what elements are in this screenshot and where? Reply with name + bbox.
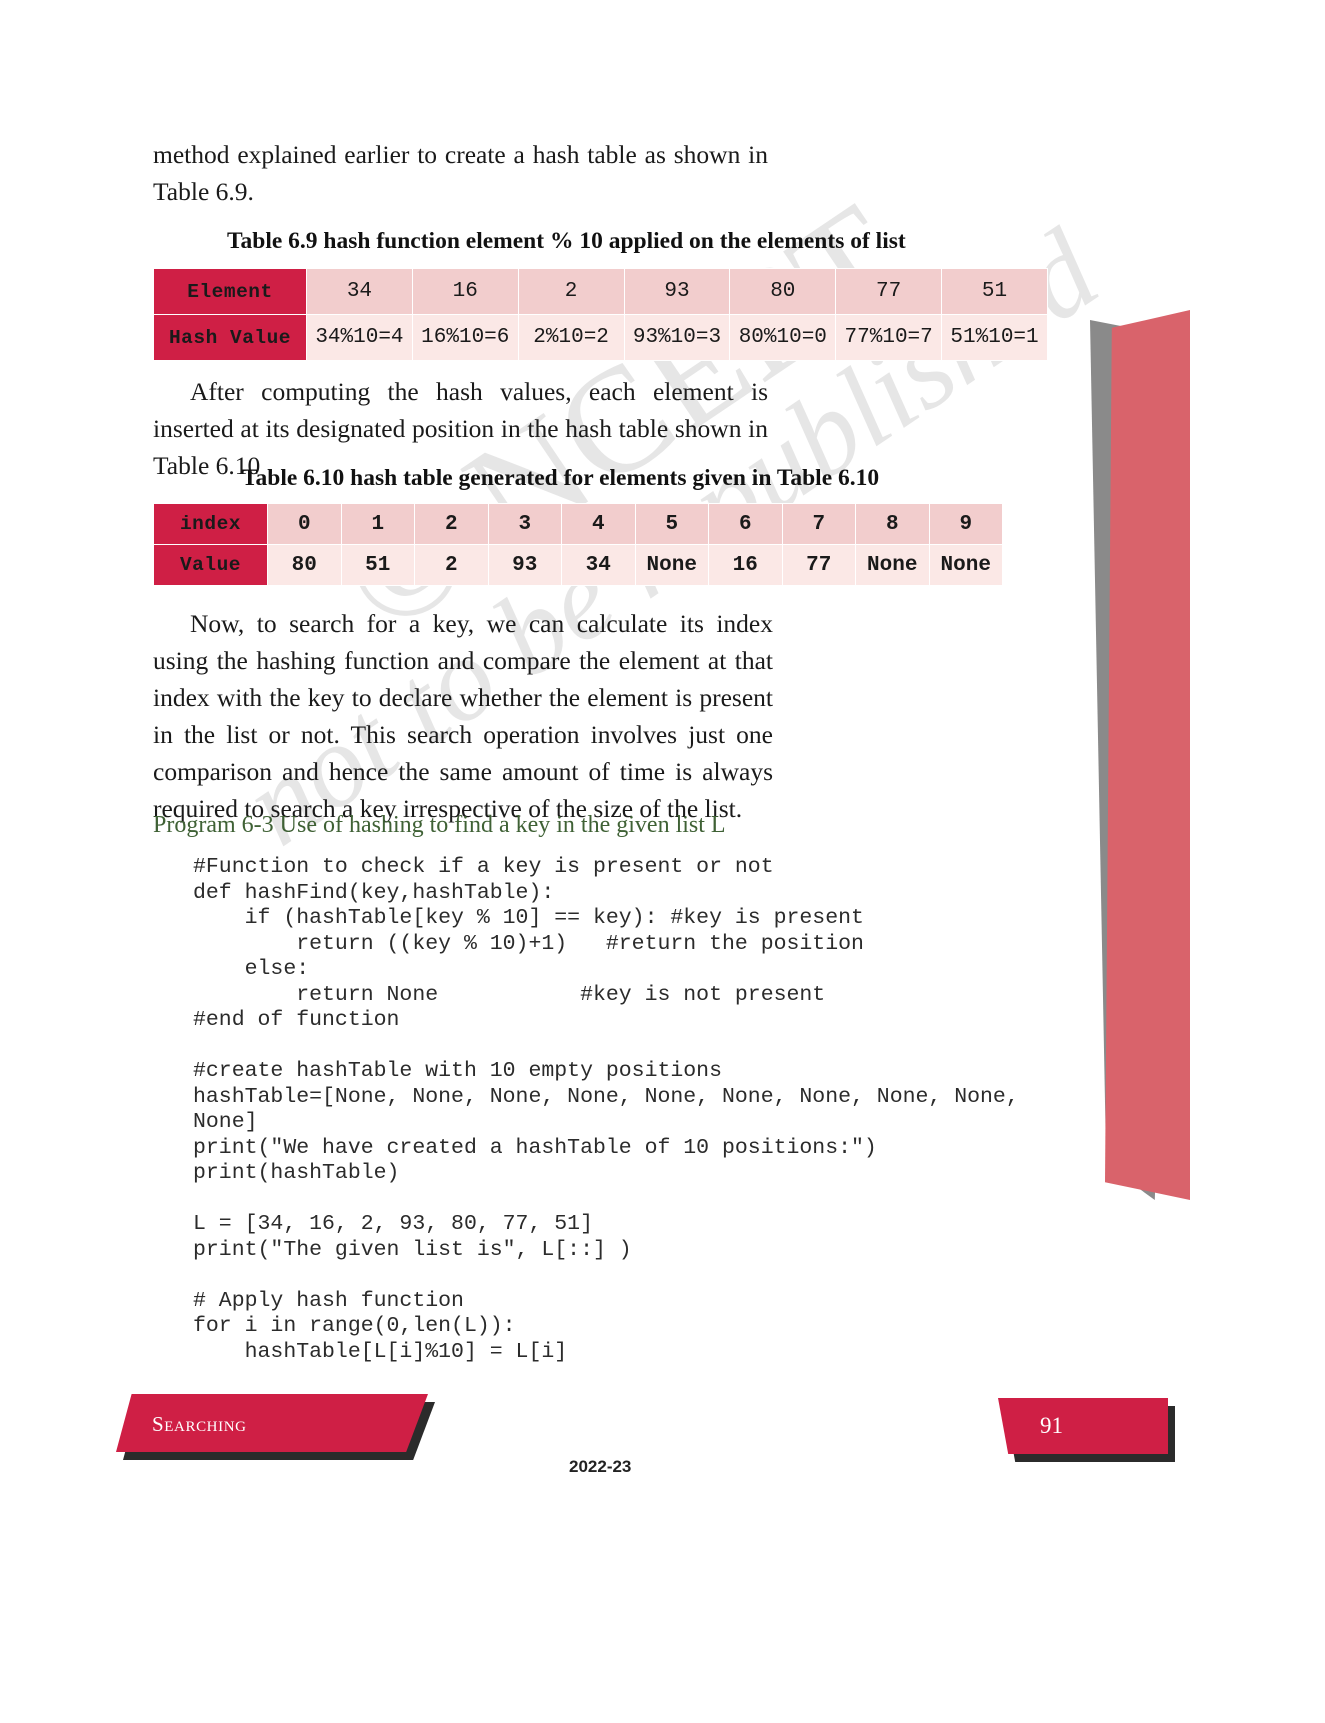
- table-610-index-cell: 7: [781, 503, 856, 545]
- table-69-element-cell: 34: [306, 268, 413, 315]
- paragraph-after-table-610: Now, to search for a key, we can calcula…: [153, 609, 773, 823]
- table-hash-function-69: Element 34 16 2 93 80 77 51 Hash Value 3…: [153, 268, 1048, 361]
- table-610-value-cell: 2: [414, 544, 489, 586]
- table-610-index-cell: 2: [414, 503, 489, 545]
- table-69-element-cell: 77: [835, 268, 943, 315]
- paragraph-intro: method explained earlier to create a has…: [153, 140, 768, 206]
- table-610-value-cell: 51: [340, 544, 415, 586]
- table-69-element-cell: 80: [729, 268, 837, 315]
- table-69-hashvalue-cell: 16%10=6: [411, 314, 519, 361]
- table-610-index-cell: 9: [928, 503, 1003, 545]
- table-69-hashvalue-cell: 93%10=3: [623, 314, 731, 361]
- decorative-red-edge-shape: [1105, 310, 1190, 1200]
- table-69-hashvalue-cell: 80%10=0: [729, 314, 837, 361]
- table-hash-table-610: index 0 1 2 3 4 5 6 7 8 9 Value 80 51 2 …: [153, 503, 1003, 586]
- table-69-element-cell: 93: [623, 268, 731, 315]
- table-610-index-cell: 5: [634, 503, 709, 545]
- table-69-row-header: Element: [153, 268, 307, 315]
- table-69-caption: Table 6.9 hash function element % 10 app…: [227, 228, 906, 254]
- table-610-value-cell: None: [855, 544, 930, 586]
- table-69-hashvalue-cell: 34%10=4: [306, 314, 413, 361]
- footer-year: 2022-23: [569, 1457, 632, 1476]
- table-69-element-cell: 16: [411, 268, 519, 315]
- table-610-value-cell: 77: [781, 544, 856, 586]
- footer-page-number: 91: [1040, 1413, 1063, 1438]
- table-row: Element 34 16 2 93 80 77 51: [153, 268, 1048, 315]
- footer-right-banner: [998, 1398, 1168, 1454]
- table-69-element-cell: 51: [941, 268, 1048, 315]
- table-69-hashvalue-cell: 2%10=2: [517, 314, 625, 361]
- table-610-caption: Table 6.10 hash table generated for elem…: [242, 465, 880, 491]
- table-610-row-header: Value: [153, 544, 268, 586]
- table-610-value-cell: 93: [487, 544, 562, 586]
- program-heading: Program 6-3 Use of hashing to find a key…: [153, 812, 726, 838]
- table-69-hashvalue-cell: 77%10=7: [835, 314, 943, 361]
- program-code-block: #Function to check if a key is present o…: [193, 855, 1019, 1364]
- table-610-value-cell: 80: [267, 544, 342, 586]
- table-row: Value 80 51 2 93 34 None 16 77 None None: [153, 544, 1003, 586]
- table-610-index-cell: 3: [487, 503, 562, 545]
- table-610-index-cell: 1: [340, 503, 415, 545]
- table-610-value-cell: 34: [561, 544, 636, 586]
- table-610-value-cell: None: [634, 544, 709, 586]
- table-610-index-cell: 8: [855, 503, 930, 545]
- table-610-index-cell: 0: [267, 503, 342, 545]
- table-row: index 0 1 2 3 4 5 6 7 8 9: [153, 503, 1003, 545]
- table-610-index-cell: 4: [561, 503, 636, 545]
- table-69-element-cell: 2: [517, 268, 625, 315]
- table-row: Hash Value 34%10=4 16%10=6 2%10=2 93%10=…: [153, 314, 1048, 361]
- table-69-hashvalue-cell: 51%10=1: [941, 314, 1048, 361]
- footer-chapter-label: Searching: [152, 1412, 247, 1436]
- table-610-row-header: index: [153, 503, 268, 545]
- table-610-value-cell: None: [928, 544, 1003, 586]
- table-610-value-cell: 16: [708, 544, 783, 586]
- table-610-index-cell: 6: [708, 503, 783, 545]
- table-69-row-header: Hash Value: [153, 314, 307, 361]
